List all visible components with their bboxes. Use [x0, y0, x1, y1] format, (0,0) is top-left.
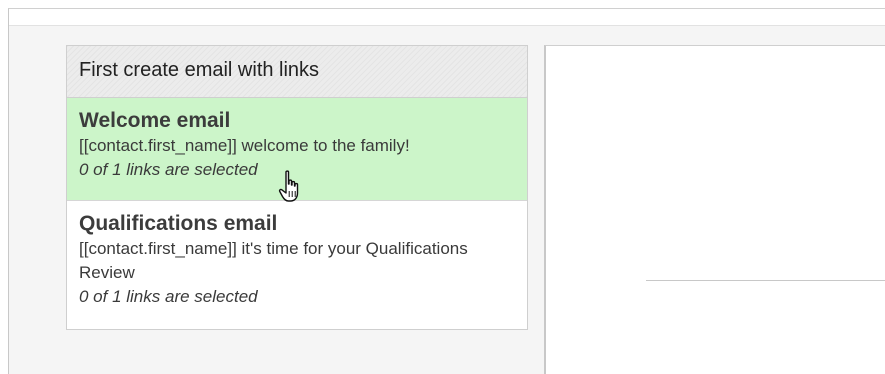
email-subject: [[contact.first_name]] it's time for you… [79, 239, 468, 282]
email-title: Qualifications email [79, 212, 278, 235]
top-toolbar-strip [9, 9, 885, 26]
email-preview-panel [544, 45, 885, 374]
email-subject: [[contact.first_name]] welcome to the fa… [79, 136, 410, 155]
email-title: Welcome email [79, 109, 231, 132]
email-item-qualifications[interactable]: Qualifications email [[contact.first_nam… [67, 201, 527, 329]
email-list-header: First create email with links [67, 46, 527, 98]
link-selection-status: 0 of 1 links are selected [79, 287, 258, 306]
hand-pointer-icon [278, 170, 299, 202]
preview-divider [646, 280, 885, 281]
